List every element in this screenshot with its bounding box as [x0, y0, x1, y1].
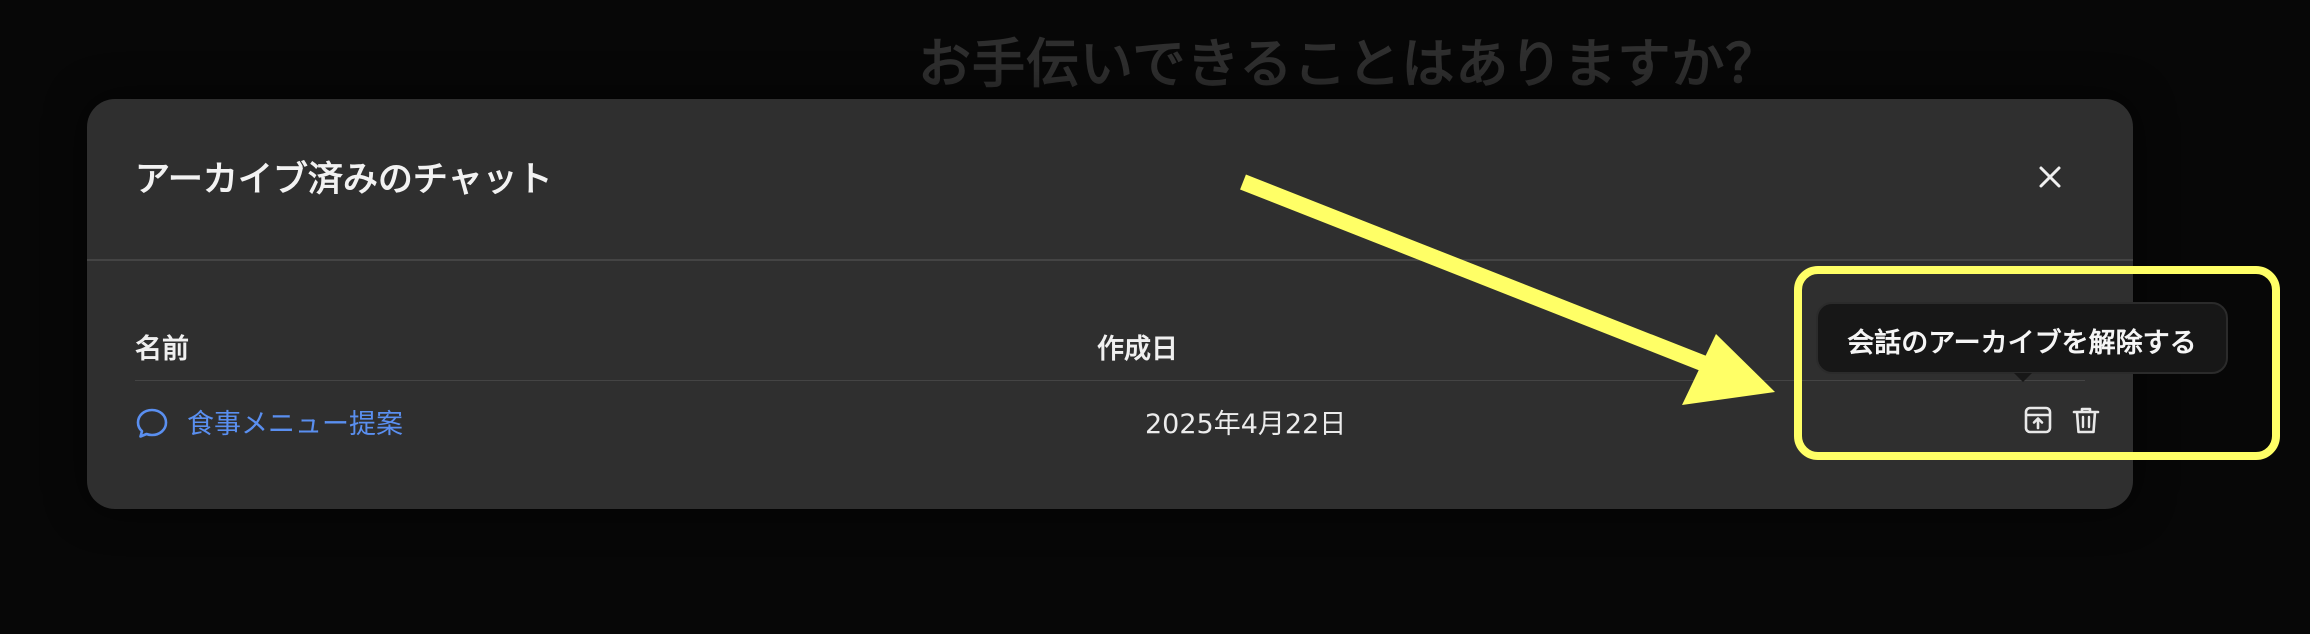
close-icon — [2039, 166, 2061, 188]
table-row: 食事メニュー提案 2025年4月22日 — [135, 399, 2100, 449]
column-header-name: 名前 — [135, 334, 189, 365]
created-date: 2025年4月22日 — [1145, 409, 1347, 440]
annotation-highlight-box — [1794, 266, 2280, 460]
header-divider — [87, 259, 2133, 261]
chat-title-link[interactable]: 食事メニュー提案 — [187, 402, 403, 441]
column-header-created: 作成日 — [1097, 334, 1178, 365]
table-divider — [135, 380, 2085, 381]
chat-bubble-icon — [136, 408, 168, 438]
dialog-title: アーカイブ済みのチャット — [135, 160, 553, 200]
close-button[interactable] — [2035, 162, 2065, 192]
background-heading: お手伝いできることはありますか？ — [918, 34, 1780, 95]
page: お手伝いできることはありますか？ アーカイブ済みのチャット 名前 作成日 食事メ… — [0, 0, 2310, 634]
